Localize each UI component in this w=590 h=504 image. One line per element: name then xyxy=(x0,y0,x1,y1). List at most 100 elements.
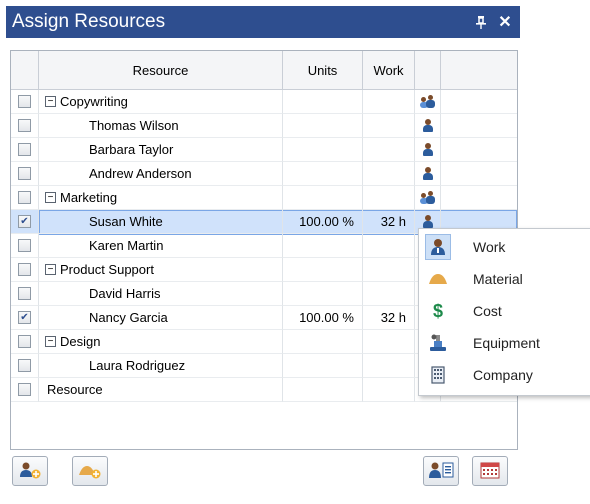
group-row[interactable]: − Marketing xyxy=(11,186,517,210)
resource-cell: Laura Rodriguez xyxy=(39,354,283,378)
header-work[interactable]: Work xyxy=(363,51,415,89)
row-checkbox[interactable] xyxy=(18,167,31,180)
row-checkbox-cell xyxy=(11,282,39,306)
row-checkbox[interactable] xyxy=(18,119,31,132)
row-checkbox[interactable] xyxy=(18,335,31,348)
filler-cell xyxy=(441,186,517,210)
person-icon xyxy=(421,166,435,181)
row-checkbox-cell xyxy=(11,162,39,186)
work-cell[interactable] xyxy=(363,114,415,138)
material-pile-icon xyxy=(425,266,451,292)
header-filler xyxy=(441,51,517,89)
collapse-icon[interactable]: − xyxy=(45,336,56,347)
header-resource[interactable]: Resource xyxy=(39,51,283,89)
row-checkbox[interactable] xyxy=(18,191,31,204)
units-cell[interactable] xyxy=(283,138,363,162)
row-checkbox[interactable] xyxy=(18,143,31,156)
resource-name: Karen Martin xyxy=(89,238,164,253)
resource-cell: Thomas Wilson xyxy=(39,114,283,138)
work-cell[interactable] xyxy=(363,90,415,114)
row-checkbox[interactable]: ✔ xyxy=(18,215,31,228)
units-cell[interactable] xyxy=(283,234,363,258)
resource-type-cell[interactable] xyxy=(415,90,441,114)
calendar-icon xyxy=(480,461,500,482)
resource-cell: Susan White xyxy=(39,210,283,234)
group-row[interactable]: − Copywriting xyxy=(11,90,517,114)
close-icon[interactable]: ✕ xyxy=(496,12,514,32)
row-checkbox-cell xyxy=(11,90,39,114)
work-cell[interactable] xyxy=(363,162,415,186)
resource-type-cell[interactable] xyxy=(415,162,441,186)
resource-name: Nancy Garcia xyxy=(89,310,168,325)
menu-item-material[interactable]: Material xyxy=(419,263,590,295)
table-row[interactable]: Thomas Wilson xyxy=(11,114,517,138)
dollar-icon: $ xyxy=(432,300,443,321)
row-checkbox[interactable] xyxy=(18,383,31,396)
resource-type-cell[interactable] xyxy=(415,138,441,162)
resource-list-button[interactable] xyxy=(423,456,459,486)
header-units[interactable]: Units xyxy=(283,51,363,89)
header-type-column xyxy=(415,51,441,89)
menu-item-work[interactable]: Work xyxy=(419,231,590,263)
collapse-icon[interactable]: − xyxy=(45,96,56,107)
menu-item-equipment[interactable]: Equipment xyxy=(419,327,590,359)
units-cell[interactable] xyxy=(283,354,363,378)
work-cell[interactable] xyxy=(363,354,415,378)
calendar-button[interactable] xyxy=(472,456,508,486)
collapse-icon[interactable]: − xyxy=(45,264,56,275)
pin-icon[interactable] xyxy=(472,12,490,32)
resource-name: Marketing xyxy=(60,190,118,205)
units-cell[interactable] xyxy=(283,162,363,186)
resource-name: David Harris xyxy=(89,286,161,301)
row-checkbox[interactable]: ✔ xyxy=(18,311,31,324)
work-cell[interactable] xyxy=(363,330,415,354)
resource-name: Copywriting xyxy=(60,94,128,109)
units-cell[interactable]: 100.00 % xyxy=(283,306,363,330)
work-cell[interactable] xyxy=(363,138,415,162)
add-material-resource-button[interactable] xyxy=(72,456,108,486)
resource-cell: Nancy Garcia xyxy=(39,306,283,330)
units-cell[interactable] xyxy=(283,258,363,282)
resource-type-cell[interactable] xyxy=(415,114,441,138)
resource-cell: Barbara Taylor xyxy=(39,138,283,162)
row-checkbox[interactable] xyxy=(18,95,31,108)
units-cell[interactable] xyxy=(283,282,363,306)
work-cell[interactable] xyxy=(363,378,415,402)
work-cell[interactable] xyxy=(363,258,415,282)
table-row[interactable]: Andrew Anderson xyxy=(11,162,517,186)
row-checkbox[interactable] xyxy=(18,263,31,276)
menu-item-label: Material xyxy=(473,271,523,287)
table-row[interactable]: Barbara Taylor xyxy=(11,138,517,162)
row-checkbox[interactable] xyxy=(18,239,31,252)
work-cell[interactable] xyxy=(363,234,415,258)
add-work-resource-button[interactable] xyxy=(12,456,48,486)
row-checkbox[interactable] xyxy=(18,287,31,300)
person-icon xyxy=(421,142,435,157)
menu-item-label: Equipment xyxy=(473,335,540,351)
units-cell[interactable] xyxy=(283,114,363,138)
work-cell[interactable] xyxy=(363,186,415,210)
work-cell[interactable]: 32 h xyxy=(363,210,415,234)
menu-item-cost[interactable]: $ Cost xyxy=(419,295,590,327)
resource-type-cell[interactable] xyxy=(415,186,441,210)
add-work-resource-icon xyxy=(18,461,42,482)
row-checkbox-cell xyxy=(11,258,39,282)
units-cell[interactable] xyxy=(283,186,363,210)
person-icon xyxy=(421,214,435,229)
units-cell[interactable] xyxy=(283,90,363,114)
row-checkbox-cell: ✔ xyxy=(11,306,39,330)
menu-item-label: Cost xyxy=(473,303,502,319)
units-cell[interactable]: 100.00 % xyxy=(283,210,363,234)
row-checkbox-cell xyxy=(11,354,39,378)
units-cell[interactable] xyxy=(283,378,363,402)
work-cell[interactable] xyxy=(363,282,415,306)
work-cell[interactable]: 32 h xyxy=(363,306,415,330)
panel-title-bar: Assign Resources ✕ xyxy=(6,6,520,38)
row-checkbox-cell xyxy=(11,186,39,210)
units-cell[interactable] xyxy=(283,330,363,354)
menu-item-company[interactable]: Company xyxy=(419,359,590,391)
row-checkbox[interactable] xyxy=(18,359,31,372)
resource-name: Laura Rodriguez xyxy=(89,358,186,373)
collapse-icon[interactable]: − xyxy=(45,192,56,203)
resource-list-icon xyxy=(428,461,454,482)
